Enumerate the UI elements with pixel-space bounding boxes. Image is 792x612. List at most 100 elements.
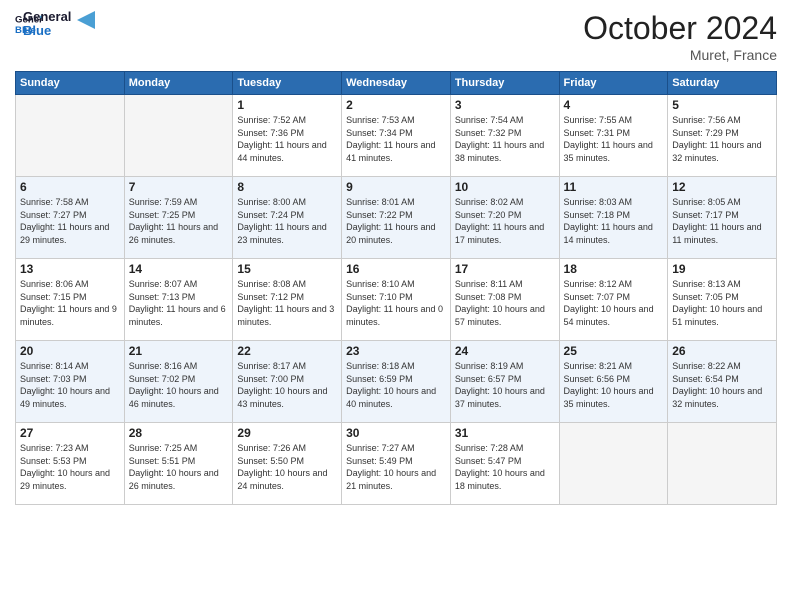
table-cell: 9 Sunrise: 8:01 AMSunset: 7:22 PMDaylight… bbox=[342, 177, 451, 259]
table-cell: 28 Sunrise: 7:25 AMSunset: 5:51 PMDayligh… bbox=[124, 423, 233, 505]
header-saturday: Saturday bbox=[668, 72, 777, 95]
table-cell: 21 Sunrise: 8:16 AMSunset: 7:02 PMDayligh… bbox=[124, 341, 233, 423]
table-cell: 12Sunrise: 8:05 AMSunset: 7:17 PMDayligh… bbox=[668, 177, 777, 259]
header-thursday: Thursday bbox=[450, 72, 559, 95]
day-info: Sunrise: 7:27 AMSunset: 5:49 PMDaylight:… bbox=[346, 442, 446, 492]
day-number: 5 bbox=[672, 98, 772, 112]
day-number: 13 bbox=[20, 262, 120, 276]
day-number: 25 bbox=[564, 344, 664, 358]
table-cell: 19Sunrise: 8:13 AMSunset: 7:05 PMDayligh… bbox=[668, 259, 777, 341]
day-number: 4 bbox=[564, 98, 664, 112]
weekday-header-row: Sunday Monday Tuesday Wednesday Thursday… bbox=[16, 72, 777, 95]
day-number: 9 bbox=[346, 180, 446, 194]
day-number: 24 bbox=[455, 344, 555, 358]
day-info: Sunrise: 8:18 AMSunset: 6:59 PMDaylight:… bbox=[346, 360, 446, 410]
table-cell: 1 Sunrise: 7:52 AMSunset: 7:36 PMDaylight… bbox=[233, 95, 342, 177]
day-info: Sunrise: 7:58 AMSunset: 7:27 PMDaylight:… bbox=[20, 196, 120, 246]
day-info: Sunrise: 8:06 AMSunset: 7:15 PMDaylight:… bbox=[20, 278, 120, 328]
day-info: Sunrise: 8:12 AMSunset: 7:07 PMDaylight:… bbox=[564, 278, 664, 328]
week-row-3: 13 Sunrise: 8:06 AMSunset: 7:15 PMDayligh… bbox=[16, 259, 777, 341]
header-friday: Friday bbox=[559, 72, 668, 95]
day-number: 15 bbox=[237, 262, 337, 276]
table-cell: 8Sunrise: 8:00 AMSunset: 7:24 PMDaylight… bbox=[233, 177, 342, 259]
table-cell: 11 Sunrise: 8:03 AMSunset: 7:18 PMDayligh… bbox=[559, 177, 668, 259]
table-cell: 15 Sunrise: 8:08 AMSunset: 7:12 PMDayligh… bbox=[233, 259, 342, 341]
day-number: 28 bbox=[129, 426, 229, 440]
title-area: October 2024 Muret, France bbox=[583, 10, 777, 63]
table-cell bbox=[559, 423, 668, 505]
day-number: 22 bbox=[237, 344, 337, 358]
day-info: Sunrise: 8:22 AMSunset: 6:54 PMDaylight:… bbox=[672, 360, 772, 410]
logo-blue: Blue bbox=[23, 24, 71, 38]
table-cell: 17 Sunrise: 8:11 AMSunset: 7:08 PMDayligh… bbox=[450, 259, 559, 341]
day-info: Sunrise: 8:08 AMSunset: 7:12 PMDaylight:… bbox=[237, 278, 337, 328]
month-title: October 2024 bbox=[583, 10, 777, 47]
table-cell: 24 Sunrise: 8:19 AMSunset: 6:57 PMDayligh… bbox=[450, 341, 559, 423]
day-info: Sunrise: 7:59 AMSunset: 7:25 PMDaylight:… bbox=[129, 196, 229, 246]
logo-general: General bbox=[23, 10, 71, 24]
week-row-2: 6 Sunrise: 7:58 AMSunset: 7:27 PMDaylight… bbox=[16, 177, 777, 259]
table-cell: 20 Sunrise: 8:14 AMSunset: 7:03 PMDayligh… bbox=[16, 341, 125, 423]
day-info: Sunrise: 8:07 AMSunset: 7:13 PMDaylight:… bbox=[129, 278, 229, 328]
week-row-5: 27Sunrise: 7:23 AMSunset: 5:53 PMDayligh… bbox=[16, 423, 777, 505]
table-cell: 13 Sunrise: 8:06 AMSunset: 7:15 PMDayligh… bbox=[16, 259, 125, 341]
table-cell bbox=[668, 423, 777, 505]
table-cell: 23 Sunrise: 8:18 AMSunset: 6:59 PMDayligh… bbox=[342, 341, 451, 423]
day-number: 8 bbox=[237, 180, 337, 194]
day-info: Sunrise: 8:21 AMSunset: 6:56 PMDaylight:… bbox=[564, 360, 664, 410]
day-info: Sunrise: 8:11 AMSunset: 7:08 PMDaylight:… bbox=[455, 278, 555, 328]
table-cell: 31Sunrise: 7:28 AMSunset: 5:47 PMDayligh… bbox=[450, 423, 559, 505]
table-cell: 25 Sunrise: 8:21 AMSunset: 6:56 PMDayligh… bbox=[559, 341, 668, 423]
day-number: 2 bbox=[346, 98, 446, 112]
table-cell: 16Sunrise: 8:10 AMSunset: 7:10 PMDayligh… bbox=[342, 259, 451, 341]
table-cell: 14Sunrise: 8:07 AMSunset: 7:13 PMDayligh… bbox=[124, 259, 233, 341]
table-cell: 5 Sunrise: 7:56 AMSunset: 7:29 PMDaylight… bbox=[668, 95, 777, 177]
table-cell: 4 Sunrise: 7:55 AMSunset: 7:31 PMDaylight… bbox=[559, 95, 668, 177]
table-cell: 30 Sunrise: 7:27 AMSunset: 5:49 PMDayligh… bbox=[342, 423, 451, 505]
day-number: 29 bbox=[237, 426, 337, 440]
day-info: Sunrise: 8:03 AMSunset: 7:18 PMDaylight:… bbox=[564, 196, 664, 246]
header-tuesday: Tuesday bbox=[233, 72, 342, 95]
table-cell: 3Sunrise: 7:54 AMSunset: 7:32 PMDaylight… bbox=[450, 95, 559, 177]
day-number: 23 bbox=[346, 344, 446, 358]
table-cell bbox=[16, 95, 125, 177]
day-info: Sunrise: 7:55 AMSunset: 7:31 PMDaylight:… bbox=[564, 114, 664, 164]
header: General Blue General Blue October 2024 M… bbox=[15, 10, 777, 63]
day-info: Sunrise: 7:53 AMSunset: 7:34 PMDaylight:… bbox=[346, 114, 446, 164]
day-info: Sunrise: 7:26 AMSunset: 5:50 PMDaylight:… bbox=[237, 442, 337, 492]
header-monday: Monday bbox=[124, 72, 233, 95]
day-info: Sunrise: 7:25 AMSunset: 5:51 PMDaylight:… bbox=[129, 442, 229, 492]
day-info: Sunrise: 8:10 AMSunset: 7:10 PMDaylight:… bbox=[346, 278, 446, 328]
day-number: 12 bbox=[672, 180, 772, 194]
day-info: Sunrise: 7:28 AMSunset: 5:47 PMDaylight:… bbox=[455, 442, 555, 492]
calendar-page: General Blue General Blue October 2024 M… bbox=[0, 0, 792, 612]
day-number: 30 bbox=[346, 426, 446, 440]
logo-arrow-icon bbox=[77, 11, 95, 29]
day-number: 21 bbox=[129, 344, 229, 358]
table-cell: 27Sunrise: 7:23 AMSunset: 5:53 PMDayligh… bbox=[16, 423, 125, 505]
day-number: 1 bbox=[237, 98, 337, 112]
day-number: 7 bbox=[129, 180, 229, 194]
day-number: 11 bbox=[564, 180, 664, 194]
day-number: 18 bbox=[564, 262, 664, 276]
day-info: Sunrise: 8:19 AMSunset: 6:57 PMDaylight:… bbox=[455, 360, 555, 410]
day-number: 27 bbox=[20, 426, 120, 440]
day-number: 6 bbox=[20, 180, 120, 194]
week-row-1: 1 Sunrise: 7:52 AMSunset: 7:36 PMDaylight… bbox=[16, 95, 777, 177]
table-cell: 26Sunrise: 8:22 AMSunset: 6:54 PMDayligh… bbox=[668, 341, 777, 423]
table-cell: 18 Sunrise: 8:12 AMSunset: 7:07 PMDayligh… bbox=[559, 259, 668, 341]
calendar-table: Sunday Monday Tuesday Wednesday Thursday… bbox=[15, 71, 777, 505]
table-cell: 6 Sunrise: 7:58 AMSunset: 7:27 PMDaylight… bbox=[16, 177, 125, 259]
day-info: Sunrise: 8:16 AMSunset: 7:02 PMDaylight:… bbox=[129, 360, 229, 410]
table-cell: 2 Sunrise: 7:53 AMSunset: 7:34 PMDaylight… bbox=[342, 95, 451, 177]
day-info: Sunrise: 7:56 AMSunset: 7:29 PMDaylight:… bbox=[672, 114, 772, 164]
table-cell: 10Sunrise: 8:02 AMSunset: 7:20 PMDayligh… bbox=[450, 177, 559, 259]
day-info: Sunrise: 8:01 AMSunset: 7:22 PMDaylight:… bbox=[346, 196, 446, 246]
header-sunday: Sunday bbox=[16, 72, 125, 95]
day-number: 17 bbox=[455, 262, 555, 276]
day-info: Sunrise: 8:14 AMSunset: 7:03 PMDaylight:… bbox=[20, 360, 120, 410]
day-number: 20 bbox=[20, 344, 120, 358]
day-info: Sunrise: 7:52 AMSunset: 7:36 PMDaylight:… bbox=[237, 114, 337, 164]
day-number: 19 bbox=[672, 262, 772, 276]
location: Muret, France bbox=[583, 47, 777, 63]
